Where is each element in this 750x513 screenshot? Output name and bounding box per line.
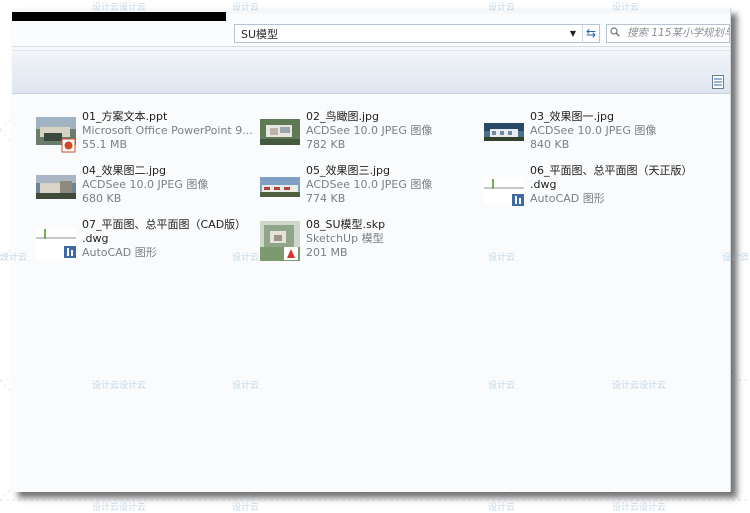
redaction-bar bbox=[12, 12, 226, 21]
image-file-icon bbox=[260, 177, 300, 197]
list-item[interactable]: 01_方案文本.ppt Microsoft Office PowerPoint … bbox=[36, 108, 256, 160]
file-name: 03_效果图一.jpg bbox=[530, 110, 615, 123]
watermark: 设计云设计云 bbox=[92, 503, 147, 513]
search-input[interactable]: 搜索 115某小学规划与设 bbox=[606, 24, 730, 43]
file-type: SketchUp 模型 bbox=[306, 232, 384, 245]
file-name-extension: .dwg bbox=[82, 232, 109, 245]
image-file-icon bbox=[36, 175, 76, 199]
file-type: AutoCAD 图形 bbox=[82, 246, 157, 259]
file-size: 55.1 MB bbox=[82, 138, 128, 151]
list-item[interactable]: 08_SU模型.skp SketchUp 模型 201 MB bbox=[260, 216, 480, 268]
file-type: ACDSee 10.0 JPEG 图像 bbox=[306, 178, 433, 191]
file-name: 08_SU模型.skp bbox=[306, 218, 386, 231]
file-name: 04_效果图二.jpg bbox=[82, 164, 167, 177]
menu-bar bbox=[12, 50, 730, 73]
list-item[interactable]: 05_效果图三.jpg ACDSee 10.0 JPEG 图像 774 KB bbox=[260, 162, 480, 214]
file-size: 782 KB bbox=[306, 138, 346, 151]
file-type: Microsoft Office PowerPoint 9... bbox=[82, 124, 253, 137]
list-item[interactable]: 03_效果图一.jpg ACDSee 10.0 JPEG 图像 840 KB bbox=[484, 108, 704, 160]
sketchup-file-icon bbox=[260, 221, 300, 261]
file-name: 02_鸟瞰图.jpg bbox=[306, 110, 380, 123]
explorer-window: SU模型 ▼ ⇆ 搜索 115某小学规划与设 01_方案文本.ppt Micro… bbox=[12, 8, 731, 492]
file-name: 07_平面图、总平面图（CAD版） bbox=[82, 218, 247, 231]
file-name: 05_效果图三.jpg bbox=[306, 164, 391, 177]
powerpoint-file-icon bbox=[36, 117, 76, 153]
image-file-icon bbox=[484, 123, 524, 141]
file-type: ACDSee 10.0 JPEG 图像 bbox=[82, 178, 209, 191]
file-type: ACDSee 10.0 JPEG 图像 bbox=[530, 124, 657, 137]
list-item[interactable]: 02_鸟瞰图.jpg ACDSee 10.0 JPEG 图像 782 KB bbox=[260, 108, 480, 160]
address-dropdown-icon[interactable]: ▼ bbox=[564, 24, 582, 43]
list-item[interactable]: 04_效果图二.jpg ACDSee 10.0 JPEG 图像 680 KB bbox=[36, 162, 256, 214]
file-size: 680 KB bbox=[82, 192, 122, 205]
file-size: 774 KB bbox=[306, 192, 346, 205]
address-bar[interactable]: SU模型 bbox=[234, 24, 600, 43]
file-size: 201 MB bbox=[306, 246, 348, 259]
list-item[interactable]: 07_平面图、总平面图（CAD版） .dwg AutoCAD 图形 bbox=[36, 216, 256, 268]
list-item[interactable]: 06_平面图、总平面图（天正版） .dwg AutoCAD 图形 bbox=[484, 162, 704, 214]
refresh-icon: ⇆ bbox=[585, 26, 597, 40]
change-view-icon[interactable] bbox=[712, 75, 724, 89]
file-list: 01_方案文本.ppt Microsoft Office PowerPoint … bbox=[12, 94, 730, 492]
watermark: 设计云设计云 bbox=[612, 503, 667, 513]
dwg-file-icon bbox=[484, 177, 524, 206]
file-type: ACDSee 10.0 JPEG 图像 bbox=[306, 124, 433, 137]
file-name: 01_方案文本.ppt bbox=[82, 110, 168, 123]
watermark: 设计云 bbox=[488, 503, 516, 513]
file-size: 840 KB bbox=[530, 138, 570, 151]
search-icon bbox=[610, 27, 620, 37]
refresh-button[interactable]: ⇆ bbox=[582, 24, 600, 43]
file-name-extension: .dwg bbox=[530, 178, 557, 191]
image-file-icon bbox=[260, 119, 300, 145]
file-type: AutoCAD 图形 bbox=[530, 192, 605, 205]
dwg-file-icon bbox=[36, 227, 76, 259]
command-bar bbox=[12, 71, 730, 94]
file-name: 06_平面图、总平面图（天正版） bbox=[530, 164, 693, 177]
watermark: 设计云 bbox=[232, 503, 260, 513]
